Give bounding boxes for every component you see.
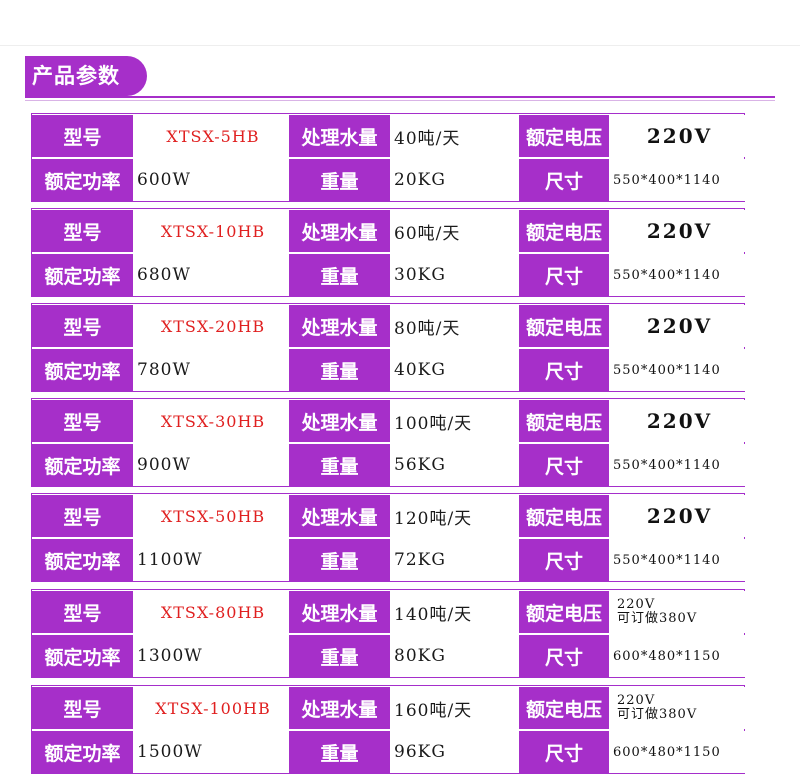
voltage-label: 额定电压 <box>519 210 609 252</box>
power-label: 额定功率 <box>32 539 133 581</box>
weight-label: 重量 <box>289 349 390 391</box>
voltage-label: 额定电压 <box>519 687 609 729</box>
voltage-value: 220V 可订做380V <box>609 591 746 633</box>
model-value: XTSX-20HB <box>133 305 289 347</box>
capacity-value: 120吨/天 <box>390 495 519 537</box>
weight-label: 重量 <box>289 635 390 677</box>
voltage-label: 额定电压 <box>519 305 609 347</box>
weight-label: 重量 <box>289 444 390 486</box>
voltage-label: 额定电压 <box>519 400 609 442</box>
title-underline <box>25 96 775 98</box>
size-value: 550*400*1140 <box>609 159 746 201</box>
voltage-alternative: 可订做380V <box>617 707 698 722</box>
capacity-value: 140吨/天 <box>390 591 519 633</box>
size-label: 尺寸 <box>519 349 609 391</box>
product-block: 型号 XTSX-80HB 处理水量 140吨/天 额定电压 220V 可订做380V 额定功率… <box>31 589 746 678</box>
weight-value: 20KG <box>390 159 519 201</box>
size-label: 尺寸 <box>519 159 609 201</box>
capacity-value: 80吨/天 <box>390 305 519 347</box>
power-label: 额定功率 <box>32 444 133 486</box>
voltage-value: 220V <box>609 495 746 537</box>
size-value: 550*400*1140 <box>609 444 746 486</box>
weight-value: 96KG <box>390 731 519 773</box>
product-block: 型号 XTSX-100HB 处理水量 160吨/天 额定电压 220V 可订做380V 额定功… <box>31 685 746 774</box>
capacity-label: 处理水量 <box>289 210 390 252</box>
capacity-value: 60吨/天 <box>390 210 519 252</box>
section-title: 产品参数 <box>25 56 147 96</box>
product-block: 型号 XTSX-5HB 处理水量 40吨/天 额定电压 220V 额定功率 600W 重量 20K… <box>31 113 746 202</box>
weight-value: 30KG <box>390 254 519 296</box>
model-value: XTSX-100HB <box>133 687 289 729</box>
voltage-primary: 220V <box>617 597 656 612</box>
voltage-alternative: 可订做380V <box>617 611 698 626</box>
size-value: 550*400*1140 <box>609 349 746 391</box>
model-value: XTSX-80HB <box>133 591 289 633</box>
power-label: 额定功率 <box>32 159 133 201</box>
power-value: 1100W <box>133 539 289 581</box>
power-label: 额定功率 <box>32 635 133 677</box>
capacity-label: 处理水量 <box>289 687 390 729</box>
size-label: 尺寸 <box>519 731 609 773</box>
voltage-value: 220V <box>609 115 746 157</box>
power-value: 900W <box>133 444 289 486</box>
voltage-label: 额定电压 <box>519 115 609 157</box>
voltage-value: 220V <box>609 400 746 442</box>
capacity-label: 处理水量 <box>289 591 390 633</box>
voltage-value: 220V 可订做380V <box>609 687 746 729</box>
power-value: 780W <box>133 349 289 391</box>
model-label: 型号 <box>32 495 133 537</box>
title-underline-light <box>25 100 775 101</box>
capacity-label: 处理水量 <box>289 495 390 537</box>
size-label: 尺寸 <box>519 635 609 677</box>
capacity-label: 处理水量 <box>289 305 390 347</box>
product-block: 型号 XTSX-20HB 处理水量 80吨/天 额定电压 220V 额定功率 780W 重量 40… <box>31 303 746 392</box>
size-value: 550*400*1140 <box>609 254 746 296</box>
model-label: 型号 <box>32 687 133 729</box>
voltage-primary: 220V <box>617 693 656 708</box>
capacity-label: 处理水量 <box>289 115 390 157</box>
product-block: 型号 XTSX-10HB 处理水量 60吨/天 额定电压 220V 额定功率 680W 重量 30… <box>31 208 746 297</box>
size-value: 600*480*1150 <box>609 731 746 773</box>
model-label: 型号 <box>32 591 133 633</box>
model-label: 型号 <box>32 400 133 442</box>
model-label: 型号 <box>32 305 133 347</box>
weight-value: 72KG <box>390 539 519 581</box>
power-value: 1500W <box>133 731 289 773</box>
model-label: 型号 <box>32 210 133 252</box>
power-value: 1300W <box>133 635 289 677</box>
model-value: XTSX-50HB <box>133 495 289 537</box>
size-value: 600*480*1150 <box>609 635 746 677</box>
capacity-label: 处理水量 <box>289 400 390 442</box>
size-value: 550*400*1140 <box>609 539 746 581</box>
weight-label: 重量 <box>289 254 390 296</box>
size-label: 尺寸 <box>519 254 609 296</box>
model-value: XTSX-30HB <box>133 400 289 442</box>
top-divider <box>0 45 800 46</box>
power-label: 额定功率 <box>32 349 133 391</box>
product-block: 型号 XTSX-30HB 处理水量 100吨/天 额定电压 220V 额定功率 900W 重量 5… <box>31 398 746 487</box>
capacity-value: 40吨/天 <box>390 115 519 157</box>
model-label: 型号 <box>32 115 133 157</box>
capacity-value: 160吨/天 <box>390 687 519 729</box>
weight-value: 80KG <box>390 635 519 677</box>
voltage-value: 220V <box>609 210 746 252</box>
power-value: 600W <box>133 159 289 201</box>
voltage-value: 220V <box>609 305 746 347</box>
weight-value: 40KG <box>390 349 519 391</box>
size-label: 尺寸 <box>519 539 609 581</box>
size-label: 尺寸 <box>519 444 609 486</box>
weight-value: 56KG <box>390 444 519 486</box>
weight-label: 重量 <box>289 731 390 773</box>
weight-label: 重量 <box>289 159 390 201</box>
power-value: 680W <box>133 254 289 296</box>
power-label: 额定功率 <box>32 731 133 773</box>
model-value: XTSX-5HB <box>133 115 289 157</box>
voltage-label: 额定电压 <box>519 591 609 633</box>
weight-label: 重量 <box>289 539 390 581</box>
voltage-label: 额定电压 <box>519 495 609 537</box>
model-value: XTSX-10HB <box>133 210 289 252</box>
power-label: 额定功率 <box>32 254 133 296</box>
product-block: 型号 XTSX-50HB 处理水量 120吨/天 额定电压 220V 额定功率 1100W 重量… <box>31 493 746 582</box>
capacity-value: 100吨/天 <box>390 400 519 442</box>
